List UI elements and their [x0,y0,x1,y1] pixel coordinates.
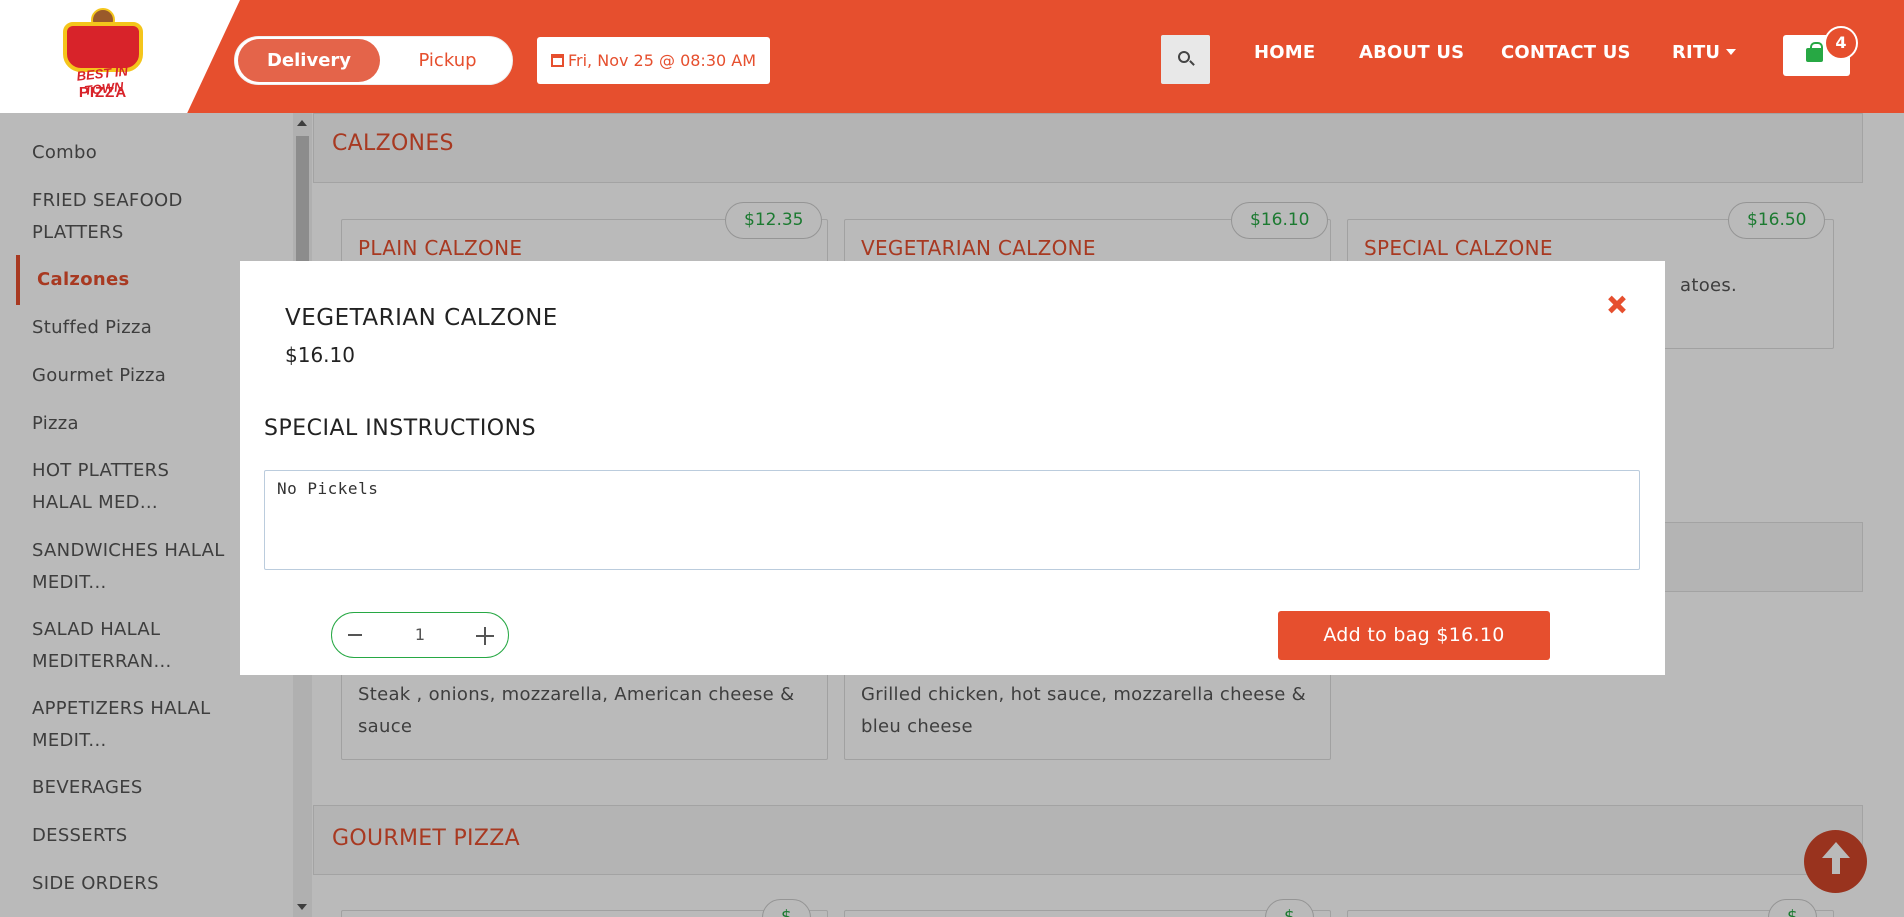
pickup-option[interactable]: Pickup [385,39,510,82]
search-icon-handle [1189,60,1195,66]
search-button[interactable] [1161,35,1210,84]
order-mode-toggle: Delivery Pickup [234,36,513,85]
nav-user-menu[interactable]: RITU [1672,42,1737,63]
user-name: RITU [1672,42,1721,63]
nav-home[interactable]: HOME [1254,42,1315,63]
logo-text-line2: PIZZA [78,84,128,101]
plus-icon[interactable] [476,627,494,645]
cart-count-badge: 4 [1824,26,1858,60]
quantity-value[interactable]: 1 [402,625,438,644]
schedule-datetime-button[interactable]: Fri, Nov 25 @ 08:30 AM [537,37,770,84]
calendar-icon [550,54,564,67]
nav-about-us[interactable]: ABOUT US [1359,42,1464,63]
special-instructions-input[interactable]: No Pickels [264,470,1640,570]
caret-down-icon [1726,49,1737,55]
modal-item-price: $16.10 [285,343,355,367]
add-to-bag-button[interactable]: Add to bag $16.10 [1278,611,1550,660]
delivery-option[interactable]: Delivery [238,39,380,82]
nav-contact-us[interactable]: CONTACT US [1501,42,1631,63]
datetime-label: Fri, Nov 25 @ 08:30 AM [567,51,757,70]
close-icon[interactable] [1605,293,1629,317]
modal-item-title: VEGETARIAN CALZONE [285,305,558,331]
special-instructions-label: SPECIAL INSTRUCTIONS [264,416,537,441]
brand-logo[interactable]: BEST IN TOWN PIZZA [55,8,151,104]
quantity-stepper: 1 [331,612,509,658]
minus-icon[interactable] [348,634,362,636]
shopping-bag-icon [1806,42,1823,62]
item-options-modal: VEGETARIAN CALZONE $16.10 SPECIAL INSTRU… [240,261,1665,675]
